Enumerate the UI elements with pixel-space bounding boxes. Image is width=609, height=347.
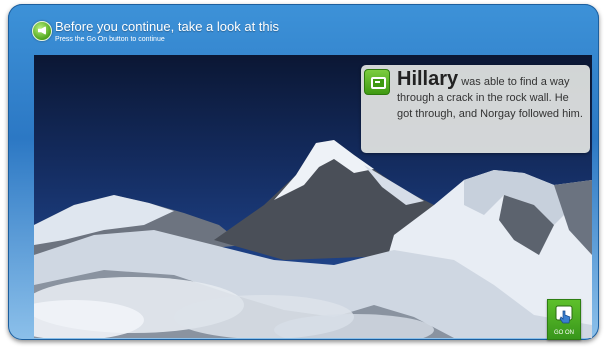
caption-box: Hillary was able to find a way through a…: [361, 65, 590, 153]
instruction-header: Before you continue, take a look at this…: [18, 9, 588, 53]
hand-pointer-icon: [555, 305, 573, 324]
go-on-button[interactable]: GO ON: [547, 299, 581, 340]
caption-text: Hillary was able to find a way through a…: [397, 68, 583, 122]
caption-name: Hillary: [397, 68, 459, 90]
header-subtitle: Press the Go On button to continue: [55, 36, 165, 43]
speaker-icon[interactable]: [32, 21, 52, 41]
header-title: Before you continue, take a look at this: [55, 19, 280, 34]
note-card-icon: [364, 69, 390, 95]
go-on-label: GO ON: [553, 330, 574, 336]
